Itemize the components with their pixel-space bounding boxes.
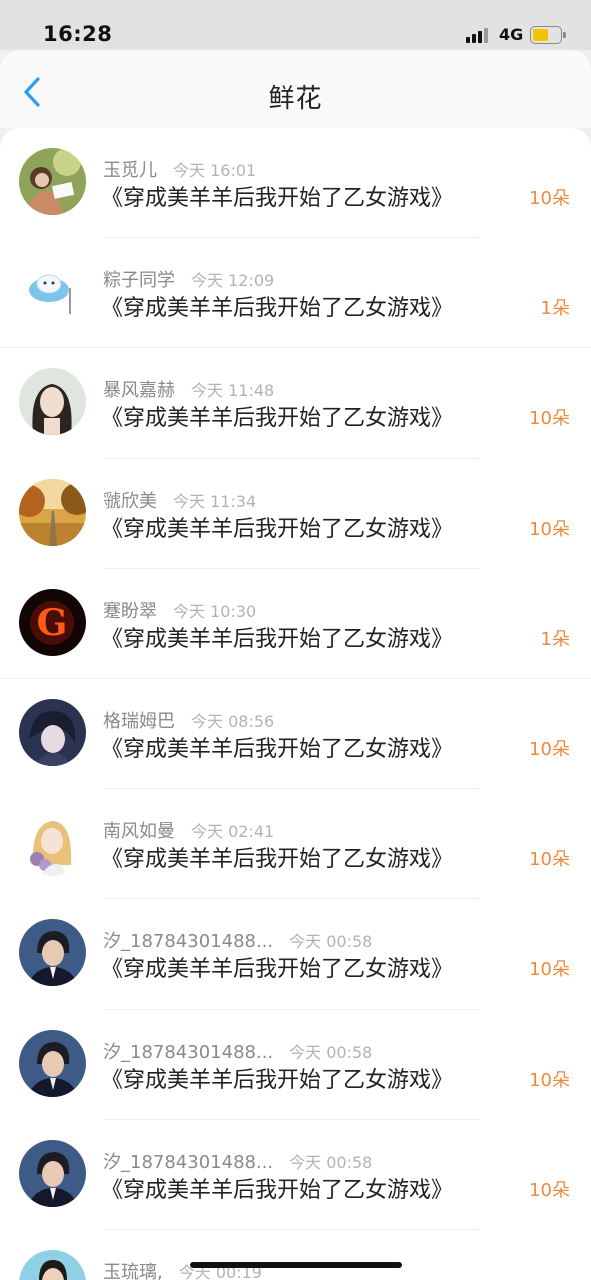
username: 暴风嘉赫 (103, 380, 175, 402)
screen: 16:28 4G 鲜花 玉觅儿 今天 16:01 《穿成美羊羊后我开始了乙女游戏》… (0, 0, 591, 1280)
status-time: 16:28 (43, 22, 113, 46)
list-item[interactable]: 汐_18784301488... 今天 00:58 《穿成美羊羊后我开始了乙女游戏… (0, 1010, 591, 1120)
book-title: 《穿成美羊羊后我开始了乙女游戏》 (101, 626, 454, 652)
timestamp: 今天 00:58 (289, 1042, 373, 1062)
battery-icon (530, 26, 566, 44)
username: 汐_18784301488... (103, 1041, 274, 1063)
timestamp: 今天 11:48 (191, 381, 275, 401)
suit-man-avatar[interactable] (19, 1139, 86, 1207)
book-title: 《穿成美羊羊后我开始了乙女游戏》 (101, 957, 454, 983)
timestamp: 今天 16:01 (173, 161, 257, 180)
list-item[interactable]: 汐_18784301488... 今天 00:58 《穿成美羊羊后我开始了乙女游戏… (0, 899, 591, 1010)
girl-portrait-avatar[interactable] (19, 368, 86, 436)
flower-count: 10朵 (529, 1179, 570, 1201)
flower-count: 1朵 (540, 298, 570, 320)
network-type: 4G (499, 25, 524, 44)
flower-count: 10朵 (529, 959, 570, 981)
flower-count: 10朵 (529, 518, 570, 540)
timestamp: 今天 02:41 (191, 822, 275, 842)
timestamp: 今天 00:58 (289, 932, 373, 952)
svg-text:G: G (37, 602, 68, 644)
username: 汐_18784301488... (103, 931, 274, 953)
flower-count: 10朵 (529, 188, 570, 209)
autumn-road-avatar[interactable] (19, 478, 86, 546)
flower-count: 10朵 (529, 408, 570, 430)
cartoon-cat-avatar[interactable] (19, 258, 86, 326)
username: 格瑞姆巴 (103, 710, 175, 732)
book-title: 《穿成美羊羊后我开始了乙女游戏》 (101, 516, 454, 542)
username: 玉琉璃, (103, 1261, 163, 1280)
fire-letter-g-avatar[interactable]: G (19, 588, 86, 656)
timestamp: 今天 12:09 (191, 271, 275, 291)
book-title: 《穿成美羊羊后我开始了乙女游戏》 (101, 296, 454, 322)
username: 汐_18784301488... (103, 1151, 274, 1173)
book-title: 《穿成美羊羊后我开始了乙女游戏》 (101, 1177, 454, 1203)
suit-man-avatar[interactable] (19, 1029, 86, 1097)
anime-girl-flowers-avatar[interactable] (19, 809, 86, 877)
timestamp: 今天 10:30 (173, 601, 257, 621)
list-item[interactable]: 汐_18784301488... 今天 00:58 《穿成美羊羊后我开始了乙女游戏… (0, 1120, 591, 1230)
book-title: 《穿成美羊羊后我开始了乙女游戏》 (101, 186, 454, 211)
man-portrait-avatar[interactable] (19, 1249, 86, 1280)
list-item[interactable]: 粽子同学 今天 12:09 《穿成美羊羊后我开始了乙女游戏》 1朵 (0, 238, 591, 349)
woman-reading-avatar[interactable] (19, 148, 86, 215)
flower-count: 10朵 (529, 1069, 570, 1091)
timestamp: 今天 08:56 (191, 711, 275, 731)
username: 虢欣美 (103, 490, 157, 512)
flower-count: 10朵 (529, 849, 570, 871)
status-bar: 16:28 4G (0, 0, 591, 50)
username: 南风如曼 (103, 821, 175, 843)
timestamp: 今天 00:58 (289, 1152, 373, 1172)
page-title: 鲜花 (268, 84, 323, 114)
book-title: 《穿成美羊羊后我开始了乙女游戏》 (101, 406, 454, 432)
book-title: 《穿成美羊羊后我开始了乙女游戏》 (101, 736, 454, 762)
list-item[interactable]: 暴风嘉赫 今天 11:48 《穿成美羊羊后我开始了乙女游戏》 10朵 (0, 348, 591, 459)
book-title: 《穿成美羊羊后我开始了乙女游戏》 (101, 847, 454, 873)
username: 玉觅儿 (103, 160, 157, 181)
flower-count: 10朵 (529, 738, 570, 760)
list-item[interactable]: 南风如曼 今天 02:41 《穿成美羊羊后我开始了乙女游戏》 10朵 (0, 789, 591, 900)
anime-boy-avatar[interactable] (19, 698, 86, 766)
list-item[interactable]: 玉觅儿 今天 16:01 《穿成美羊羊后我开始了乙女游戏》 10朵 (0, 128, 591, 239)
flower-count: 1朵 (540, 628, 570, 650)
signal-icon (466, 27, 492, 43)
flower-list: 玉觅儿 今天 16:01 《穿成美羊羊后我开始了乙女游戏》 10朵 粽子同学 今天 … (0, 128, 591, 1280)
suit-man-avatar[interactable] (19, 919, 86, 987)
list-item[interactable]: G 蹇盼翠 今天 10:30 《穿成美羊羊后我开始了乙女游戏》 1朵 (0, 569, 591, 679)
home-indicator[interactable] (190, 1262, 402, 1268)
book-title: 《穿成美羊羊后我开始了乙女游戏》 (101, 1067, 454, 1093)
username: 蹇盼翠 (103, 600, 157, 622)
list-item[interactable]: 格瑞姆巴 今天 08:56 《穿成美羊羊后我开始了乙女游戏》 10朵 (0, 679, 591, 790)
list-item[interactable]: 玉琉璃, 今天 00:19 (0, 1230, 591, 1280)
nav-bar: 鲜花 (0, 50, 591, 128)
list-item[interactable]: 虢欣美 今天 11:34 《穿成美羊羊后我开始了乙女游戏》 10朵 (0, 459, 591, 569)
timestamp: 今天 11:34 (173, 491, 257, 511)
username: 粽子同学 (103, 270, 175, 292)
